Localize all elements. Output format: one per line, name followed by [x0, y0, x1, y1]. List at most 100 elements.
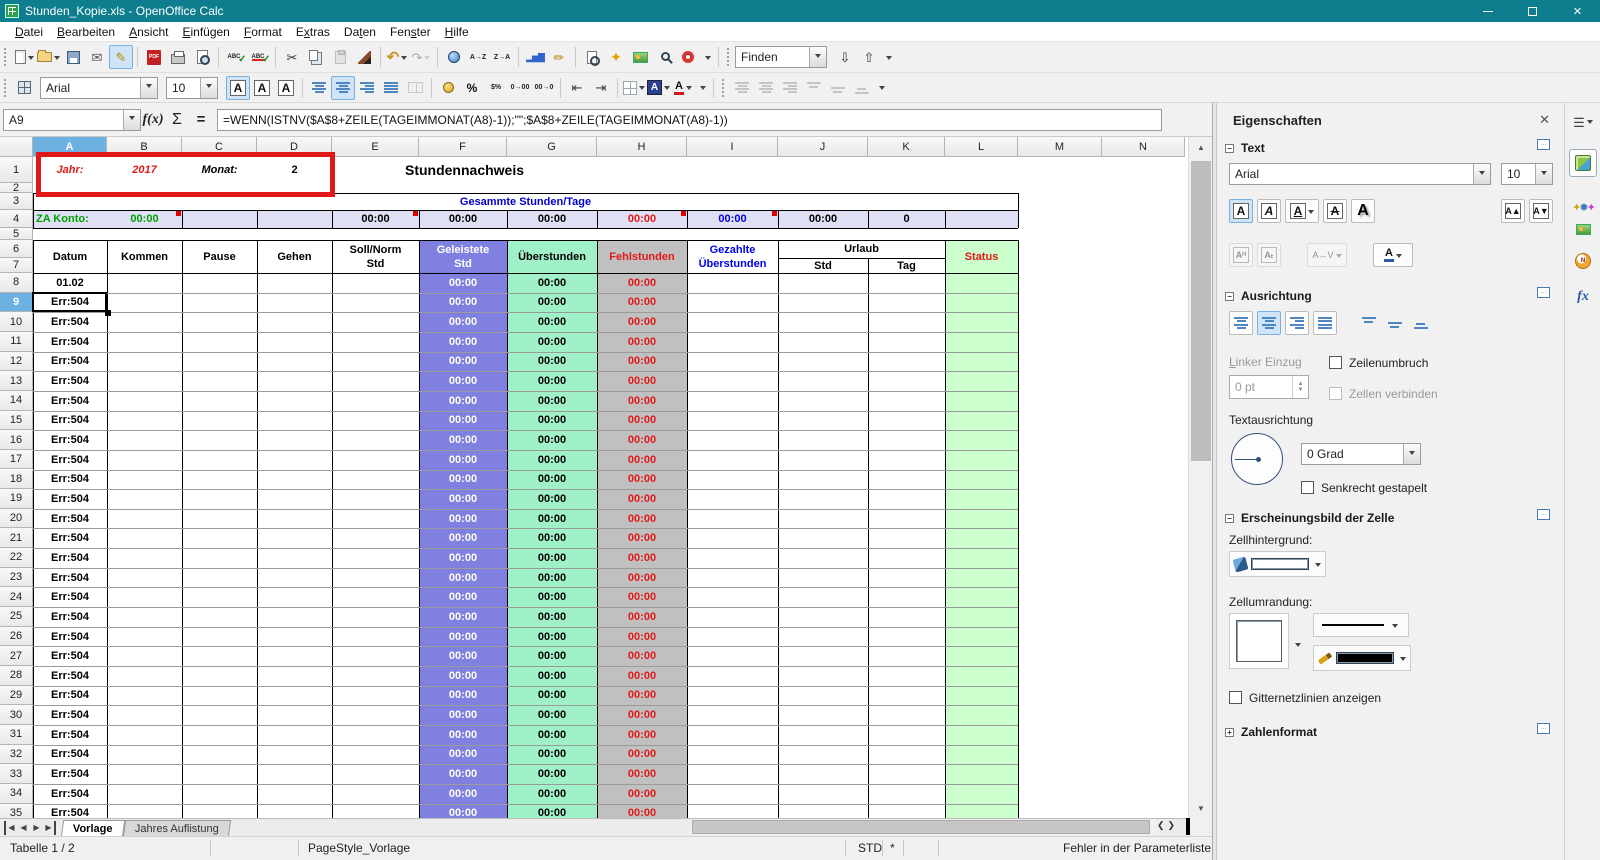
italic-icon[interactable]: A: [250, 76, 274, 100]
format-paintbrush-icon[interactable]: [352, 45, 376, 69]
column-header-L[interactable]: L: [945, 137, 1018, 157]
cell-border-picker[interactable]: [1229, 613, 1289, 669]
cell-A32[interactable]: Err:504: [33, 745, 107, 765]
cell-H15[interactable]: 00:00: [597, 411, 687, 431]
cell-H35[interactable]: 00:00: [597, 804, 687, 818]
cell-H19[interactable]: 00:00: [597, 489, 687, 509]
stacked-checkbox[interactable]: [1301, 481, 1314, 494]
cell-H30[interactable]: 00:00: [597, 705, 687, 725]
sidebar-font-name-select[interactable]: Arial: [1229, 163, 1491, 185]
cell-F34[interactable]: 00:00: [419, 784, 507, 804]
cell-G31[interactable]: 00:00: [507, 725, 597, 745]
cell-F10[interactable]: 00:00: [419, 312, 507, 332]
table-header-urlaub[interactable]: Urlaub: [778, 240, 945, 258]
menu-fenster[interactable]: Fenster: [383, 23, 438, 41]
table-header-D[interactable]: Gehen: [257, 240, 332, 273]
character-spacing-button[interactable]: A↔V: [1307, 243, 1347, 267]
cell-G35[interactable]: 00:00: [507, 804, 597, 818]
toolbar-overflow-icon[interactable]: [874, 76, 888, 100]
cell-H21[interactable]: 00:00: [597, 528, 687, 548]
sort-ascending-icon[interactable]: A→Z: [466, 45, 490, 69]
close-button[interactable]: ✕: [1555, 0, 1600, 22]
cell-A22[interactable]: Err:504: [33, 548, 107, 568]
horizontal-scroll-thumb[interactable]: [692, 820, 1150, 834]
save-icon[interactable]: [61, 45, 85, 69]
row-header-2[interactable]: 2: [0, 182, 33, 194]
number-format-percent-icon[interactable]: %: [460, 76, 484, 100]
cell-H13[interactable]: 00:00: [597, 371, 687, 391]
text-dialog-launcher-icon[interactable]: …: [1537, 139, 1550, 150]
sum-icon[interactable]: Σ: [165, 109, 189, 131]
cell-G32[interactable]: 00:00: [507, 745, 597, 765]
alignment-dialog-launcher-icon[interactable]: …: [1537, 287, 1550, 298]
cell-G8[interactable]: 00:00: [507, 273, 597, 293]
cell-H14[interactable]: 00:00: [597, 391, 687, 411]
cell-A4[interactable]: ZA Konto:: [33, 210, 107, 228]
sheet-tab-jahres-auflistung[interactable]: Jahres Auflistung: [122, 819, 231, 837]
cell-H8[interactable]: 00:00: [597, 273, 687, 293]
align-bottom-icon[interactable]: [850, 76, 874, 100]
open-folder-icon[interactable]: [36, 45, 61, 69]
previous-sheet-icon[interactable]: ◀: [17, 821, 30, 835]
pane-splitter[interactable]: [1186, 818, 1190, 835]
add-decimal-place-icon[interactable]: 0→00: [508, 76, 532, 100]
new-document-icon[interactable]: [12, 45, 36, 69]
cell-K4[interactable]: 0: [868, 210, 945, 228]
superscript-button[interactable]: Aᴴ: [1229, 243, 1253, 267]
row-header-29[interactable]: 29: [0, 685, 33, 706]
scroll-left-icon[interactable]: ❮: [1157, 820, 1165, 831]
font-size-select[interactable]: 10: [166, 76, 218, 99]
navigator-icon[interactable]: ✦: [604, 45, 628, 69]
selection-fill-handle[interactable]: [105, 310, 111, 317]
cell-H34[interactable]: 00:00: [597, 784, 687, 804]
cell-A24[interactable]: Err:504: [33, 587, 107, 607]
row-header-9[interactable]: 9: [0, 292, 33, 313]
cell-F16[interactable]: 00:00: [419, 430, 507, 450]
sidebar-font-color-button[interactable]: A: [1373, 243, 1413, 267]
table-header-H[interactable]: Fehlstunden: [597, 240, 687, 273]
sidebar-align-justify-button[interactable]: [1313, 311, 1337, 335]
toolbar-grip[interactable]: [721, 77, 726, 98]
cell-A20[interactable]: Err:504: [33, 509, 107, 529]
cut-icon[interactable]: ✂: [280, 45, 304, 69]
gallery-icon[interactable]: [628, 45, 652, 69]
align-right-icon[interactable]: [355, 76, 379, 100]
row-header-8[interactable]: 8: [0, 273, 33, 293]
border-line-color-button[interactable]: [1313, 645, 1411, 671]
table-header-F[interactable]: Geleistete Std: [419, 240, 507, 273]
number-format-currency-icon[interactable]: [436, 76, 460, 100]
table-header-E[interactable]: Soll/Norm Std: [332, 240, 419, 273]
cell-G16[interactable]: 00:00: [507, 430, 597, 450]
cell-H16[interactable]: 00:00: [597, 430, 687, 450]
cell-F30[interactable]: 00:00: [419, 705, 507, 725]
sidebar-underline-button[interactable]: A: [1285, 199, 1319, 223]
center-horizontal-2-icon[interactable]: [754, 76, 778, 100]
find-next-icon[interactable]: ⇩: [833, 45, 857, 69]
auto-spellcheck-icon[interactable]: ABC: [247, 45, 271, 69]
menu-daten[interactable]: Daten: [337, 23, 383, 41]
column-header-H[interactable]: H: [597, 137, 687, 157]
cell-F23[interactable]: 00:00: [419, 568, 507, 588]
font-color-icon[interactable]: A: [671, 76, 695, 100]
cell-H11[interactable]: 00:00: [597, 332, 687, 352]
cell-F27[interactable]: 00:00: [419, 646, 507, 666]
sidebar-align-center-button[interactable]: [1257, 311, 1281, 335]
cell-H24[interactable]: 00:00: [597, 587, 687, 607]
row-header-3[interactable]: 3: [0, 193, 33, 210]
menu-ansicht[interactable]: Ansicht: [122, 23, 175, 41]
minimize-button[interactable]: [1465, 0, 1510, 22]
vertical-scrollbar[interactable]: ▲ ▼: [1188, 137, 1212, 818]
expand-icon[interactable]: +: [1225, 727, 1234, 737]
insert-mode-status[interactable]: STD: [858, 841, 882, 855]
page-style-status[interactable]: PageStyle_Vorlage: [308, 841, 410, 855]
row-header-20[interactable]: 20: [0, 508, 33, 529]
find-previous-icon[interactable]: ⇧: [857, 45, 881, 69]
table-header-status[interactable]: Status: [945, 240, 1018, 273]
table-header-I[interactable]: Gezahlte Überstunden: [687, 240, 778, 273]
export-pdf-icon[interactable]: PDF: [142, 45, 166, 69]
cell-G19[interactable]: 00:00: [507, 489, 597, 509]
cell-A14[interactable]: Err:504: [33, 391, 107, 411]
align-top-icon[interactable]: [802, 76, 826, 100]
cell-H33[interactable]: 00:00: [597, 764, 687, 784]
row-header-22[interactable]: 22: [0, 548, 33, 568]
